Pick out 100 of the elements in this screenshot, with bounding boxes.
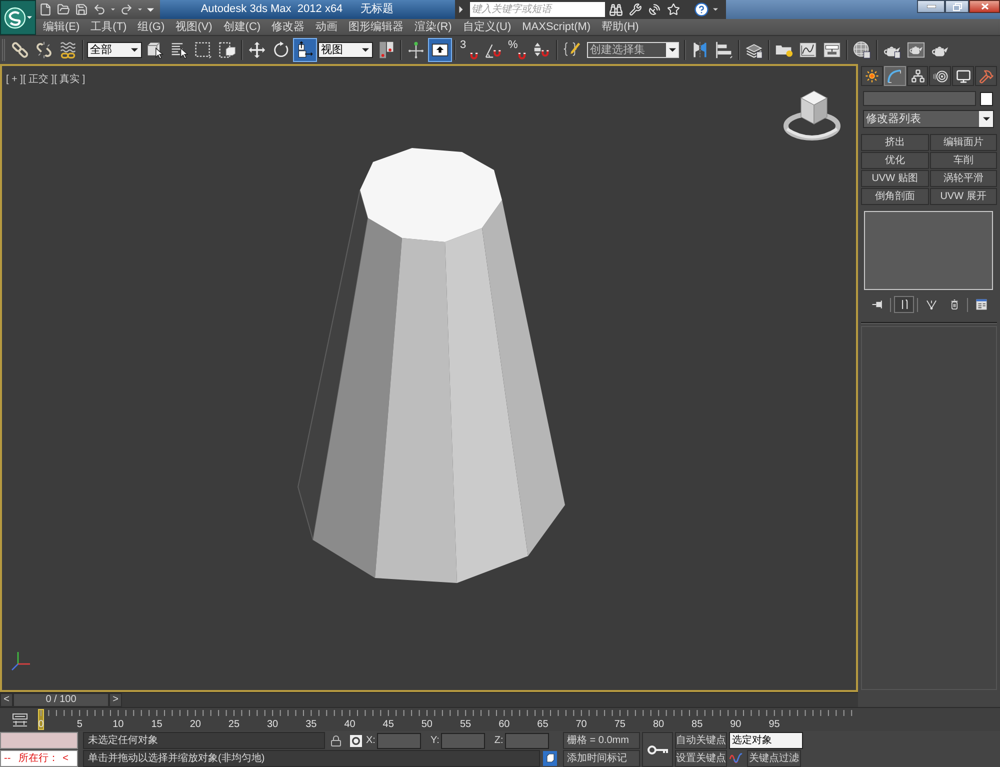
modifier-button[interactable]: 倒角剖面 [861,188,928,205]
next-frame-button[interactable]: > [109,693,122,707]
frame-number: 50 [421,720,432,730]
modifier-list-dropdown[interactable]: 修改器列表 [863,110,994,128]
window-title: Autodesk 3ds Max 2012 x64 [200,4,343,15]
axis-tripod-icon [10,650,32,672]
coordinate-field[interactable] [441,732,486,748]
frame-number: 65 [537,720,548,730]
coordinate-label: X: [366,736,376,746]
redo-icon[interactable] [120,3,133,16]
modifier-button[interactable]: 优化 [861,152,928,169]
rotate-arrow-icon [272,41,290,59]
menu-item[interactable]: MAXScript(M) [522,22,591,32]
dashed-rectangle-icon [194,41,212,59]
modifier-button[interactable]: 涡轮平滑 [930,170,997,187]
auto-key-button[interactable]: 自动关键点 [675,732,727,749]
arrow-up-square-icon [431,41,449,59]
binoculars-icon[interactable] [608,2,622,16]
command-panel-tab[interactable] [929,66,952,86]
key-filters-button[interactable]: 关键点过滤 [747,750,801,767]
menu-item[interactable]: 渲染(R) [414,22,452,32]
menu-item[interactable]: 图形编辑器 [348,22,404,32]
stacked-bars-icon [12,712,28,726]
close-button[interactable] [969,0,1000,13]
scale-tool-button[interactable] [293,38,317,62]
frame-number: 90 [730,720,742,730]
menu-item[interactable]: 帮助(H) [602,22,639,32]
help-icon[interactable] [694,2,708,17]
current-frame-marker[interactable] [38,709,44,730]
coordinate-field[interactable] [377,732,422,748]
chain-link-icon [11,41,29,59]
coordinate-label: Z: [494,736,504,746]
menu-item[interactable]: 工具(T) [90,22,127,32]
satellite-dish-icon[interactable] [648,3,660,16]
frame-number: 70 [576,720,587,730]
object-name-field[interactable] [863,91,976,106]
mirror-flags-icon [691,41,709,59]
list-cursor-icon [170,41,188,59]
time-slider-track[interactable]: < 0 / 100 > [0,692,858,707]
lock-icon[interactable] [330,734,342,746]
star-icon[interactable] [666,3,680,16]
time-slider-thumb[interactable]: 0 / 100 [13,693,109,707]
viewport-label[interactable]: [ + ][ 正交 ][ 真实 ] [6,75,86,85]
modifier-button[interactable]: UVW 贴图 [861,170,928,187]
command-panel-tab[interactable] [861,66,883,86]
command-panel-tab[interactable] [952,66,974,86]
minimize-button[interactable] [917,0,945,13]
modifier-button[interactable]: 挤出 [861,134,928,151]
set-key-button[interactable]: 设置关键点 [675,750,727,767]
percent-snap-button[interactable]: % [506,38,530,62]
command-panel-tab[interactable] [906,66,928,86]
color-swatch-icon[interactable] [980,92,993,106]
frame-number: 20 [190,720,201,730]
selection-set-combo[interactable]: 创建选择集 [587,42,679,58]
shortcut-override-button[interactable] [428,38,452,62]
listener-output-field[interactable]: -- 所在行： < [0,750,78,767]
cube-cursor-icon [146,41,164,59]
add-time-tag-button[interactable]: 添加时间标记 [563,750,640,767]
undo-icon[interactable] [93,3,106,16]
line-marker: -- [4,754,11,764]
caret-down-icon [131,48,138,52]
coordinate-field[interactable] [505,732,550,748]
caret-down-icon [111,8,115,11]
caret-down-icon [362,48,369,52]
document-name: 无标题 [360,4,394,15]
modifier-stack-list[interactable] [864,211,993,290]
restore-button[interactable] [945,0,969,13]
set-key-mode-button[interactable] [642,732,673,767]
new-file-icon[interactable] [39,3,52,16]
wave-curve-icon [729,752,743,766]
modifier-button[interactable]: 编辑面片 [930,134,997,151]
sun-icon [864,69,879,83]
menu-item[interactable]: 视图(V) [176,22,212,32]
show-end-result-button[interactable] [894,296,914,313]
save-icon[interactable] [75,3,88,16]
open-folder-icon[interactable] [57,3,70,16]
dropdown[interactable]: 视图 [318,42,373,58]
application-button[interactable] [0,0,36,35]
menu-item[interactable]: 创建(C) [223,22,261,32]
modifier-button[interactable]: 车削 [930,152,997,169]
coordinate-label: Y: [430,736,440,746]
caret-right-icon [458,6,462,13]
dropdown[interactable]: 全部 [87,42,142,58]
wrench-icon[interactable] [628,3,642,16]
menu-item[interactable]: 修改器 [272,22,305,32]
previous-frame-button[interactable]: < [0,693,13,707]
wave-chain-icon [59,41,77,59]
menu-item[interactable]: 编辑(E) [43,22,80,32]
snap-toggle-button[interactable]: 3 [458,38,482,62]
menu-item[interactable]: 自定义(U) [462,22,512,32]
modifier-button[interactable]: UVW 展开 [930,188,997,205]
menu-item[interactable]: 动画 [316,22,338,32]
cube-square-icon [543,751,557,766]
selection-set-dropdown[interactable]: 选定对象 [729,732,803,749]
menu-item[interactable]: 组(G) [138,22,165,32]
listener-input-field[interactable] [0,732,78,749]
caret-down-icon [27,16,32,19]
viewport[interactable]: [ + ][ 正交 ][ 真实 ] [0,64,858,692]
ring-square-icon [350,734,362,746]
search-field[interactable]: 键入关键字或短语 [470,2,604,17]
